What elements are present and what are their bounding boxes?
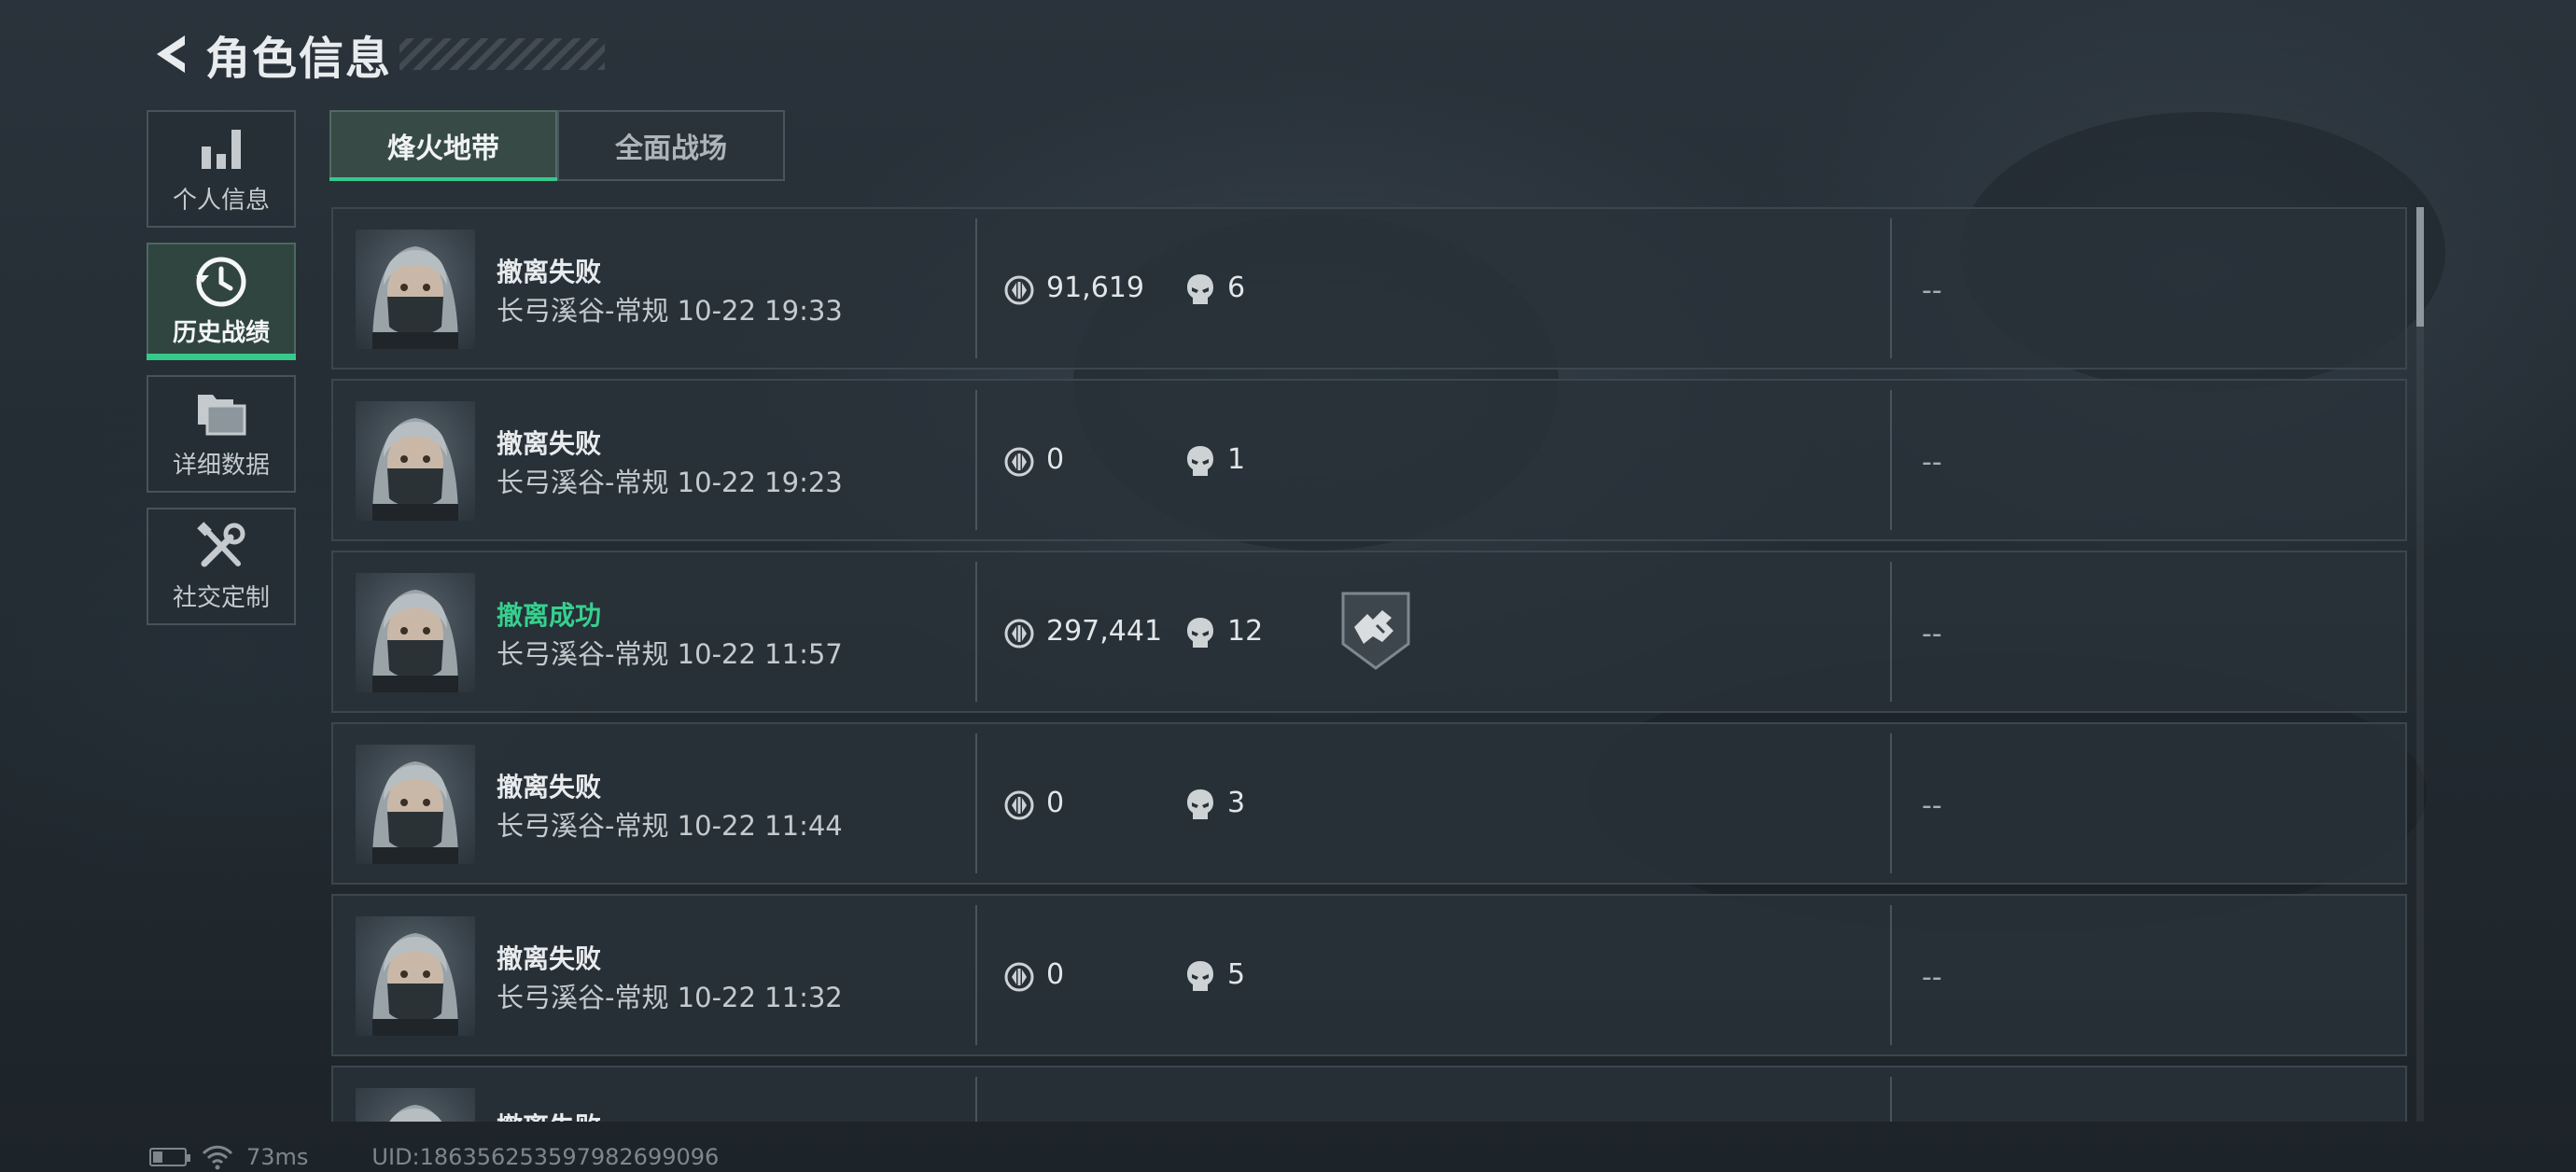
skull-icon bbox=[1187, 618, 1213, 648]
map-and-time: 长弓溪谷-常规 10-22 11:57 bbox=[497, 638, 843, 670]
scrollbar-thumb[interactable] bbox=[2416, 207, 2424, 327]
divider bbox=[975, 218, 977, 358]
skull-icon bbox=[1187, 446, 1213, 476]
extra-info: -- bbox=[1922, 446, 1942, 479]
extra-info: -- bbox=[1922, 618, 1942, 650]
kill-count: 3 bbox=[1227, 787, 1246, 819]
divider bbox=[975, 562, 977, 702]
operator-avatar bbox=[356, 1088, 475, 1122]
nav-item-label: 个人信息 bbox=[172, 186, 270, 215]
kill-count: 12 bbox=[1227, 615, 1264, 648]
skull-icon bbox=[1187, 961, 1213, 991]
bar-chart-icon bbox=[193, 123, 249, 175]
divider bbox=[975, 390, 977, 530]
extraction-status: 撤离失败 bbox=[497, 257, 602, 287]
battery-icon bbox=[149, 1148, 190, 1166]
coin-icon bbox=[1004, 275, 1034, 305]
extra-info: -- bbox=[1922, 274, 1942, 307]
kill-count: 1 bbox=[1227, 443, 1246, 476]
nav-item-detailed-data[interactable]: 详细数据 bbox=[147, 375, 296, 493]
map-and-time: 长弓溪谷-常规 10-22 19:33 bbox=[497, 295, 843, 327]
match-record-row[interactable]: 撤离失败 长弓溪谷-常规 10-22 11:44 0 3 -- bbox=[331, 722, 2407, 885]
match-record-row[interactable]: 撤离失败 长弓溪谷-常规 10-22 19:23 0 1 -- bbox=[331, 379, 2407, 541]
nav-item-label: 社交定制 bbox=[172, 583, 270, 612]
operator-avatar bbox=[356, 916, 475, 1036]
haul-value: 0 bbox=[1046, 787, 1065, 819]
extraction-status: 撤离失败 bbox=[497, 428, 602, 459]
extraction-status: 撤离失败 bbox=[497, 943, 602, 974]
match-record-row[interactable]: 撤离失败 长弓溪谷-常规 10-22 19:33 91,619 6 -- bbox=[331, 207, 2407, 370]
kill-count: 5 bbox=[1227, 958, 1246, 991]
tab-full-battlefield[interactable]: 全面战场 bbox=[557, 110, 785, 181]
skull-icon bbox=[1187, 274, 1213, 304]
back-arrow-icon[interactable] bbox=[149, 28, 194, 80]
divider bbox=[975, 905, 977, 1045]
operator-avatar bbox=[356, 573, 475, 692]
page-title: 角色信息 bbox=[205, 33, 393, 85]
divider bbox=[975, 733, 977, 873]
list-scrollbar[interactable] bbox=[2416, 207, 2424, 1122]
match-record-row[interactable]: 撤离失败 长弓溪谷-常规 10-22 11:32 0 5 -- bbox=[331, 894, 2407, 1056]
divider bbox=[1890, 733, 1892, 873]
skull-icon bbox=[1187, 789, 1213, 819]
match-record-row[interactable]: 撤离成功 长弓溪谷-常规 10-22 11:57 297,441 12 -- bbox=[331, 551, 2407, 713]
divider bbox=[1890, 218, 1892, 358]
divider bbox=[1890, 905, 1892, 1045]
nav-item-personal-info[interactable]: 个人信息 bbox=[147, 110, 296, 228]
shield-badge-icon[interactable] bbox=[1339, 590, 1412, 672]
haul-value: 0 bbox=[1046, 443, 1065, 476]
match-history-list[interactable]: 撤离失败 长弓溪谷-常规 10-22 19:33 91,619 6 -- 撤离失… bbox=[331, 207, 2407, 1122]
header: 角色信息 bbox=[149, 26, 606, 85]
match-record-row[interactable]: 撤离失败 bbox=[331, 1066, 2407, 1122]
wifi-icon bbox=[202, 1145, 233, 1170]
map-and-time: 长弓溪谷-常规 10-22 11:44 bbox=[497, 810, 843, 842]
coin-icon bbox=[1004, 790, 1034, 820]
wrench-screwdriver-icon bbox=[193, 521, 249, 573]
status-bar: 73ms UID:1863562535979826990​96 bbox=[149, 1142, 719, 1172]
side-nav: 个人信息 历史战绩 详细数据 社交定制 bbox=[147, 110, 298, 640]
divider bbox=[1890, 562, 1892, 702]
operator-avatar bbox=[356, 745, 475, 864]
ping-text: 73ms bbox=[246, 1144, 309, 1170]
divider bbox=[1890, 1077, 1892, 1122]
uid-text: UID:1863562535979826990​96 bbox=[371, 1144, 720, 1170]
history-clock-icon bbox=[193, 256, 249, 308]
extra-info: -- bbox=[1922, 961, 1942, 994]
map-and-time: 长弓溪谷-常规 10-22 19:23 bbox=[497, 467, 843, 498]
kill-count: 6 bbox=[1227, 272, 1246, 304]
operator-avatar bbox=[356, 401, 475, 521]
haul-value: 0 bbox=[1046, 958, 1065, 991]
extraction-status: 撤离失败 bbox=[497, 1107, 601, 1122]
nav-item-label: 历史战绩 bbox=[172, 318, 270, 347]
nav-item-social-custom[interactable]: 社交定制 bbox=[147, 508, 296, 625]
haul-value: 297,441 bbox=[1046, 615, 1163, 648]
divider bbox=[1890, 390, 1892, 530]
nav-item-label: 详细数据 bbox=[172, 451, 270, 480]
coin-icon bbox=[1004, 619, 1034, 649]
title-decoration bbox=[399, 38, 606, 70]
tab-warzone-fire[interactable]: 烽火地带 bbox=[329, 110, 557, 181]
haul-value: 91,619 bbox=[1046, 272, 1144, 304]
extraction-status: 撤离失败 bbox=[497, 772, 602, 802]
extraction-status: 撤离成功 bbox=[497, 600, 602, 631]
coin-icon bbox=[1004, 962, 1034, 992]
folders-icon bbox=[193, 388, 249, 440]
operator-avatar bbox=[356, 230, 475, 349]
map-and-time: 长弓溪谷-常规 10-22 11:32 bbox=[497, 982, 843, 1013]
divider bbox=[975, 1077, 977, 1122]
coin-icon bbox=[1004, 447, 1034, 477]
extra-info: -- bbox=[1922, 789, 1942, 822]
nav-item-history[interactable]: 历史战绩 bbox=[147, 243, 296, 360]
mode-tabs: 烽火地带 全面战场 bbox=[329, 110, 785, 181]
